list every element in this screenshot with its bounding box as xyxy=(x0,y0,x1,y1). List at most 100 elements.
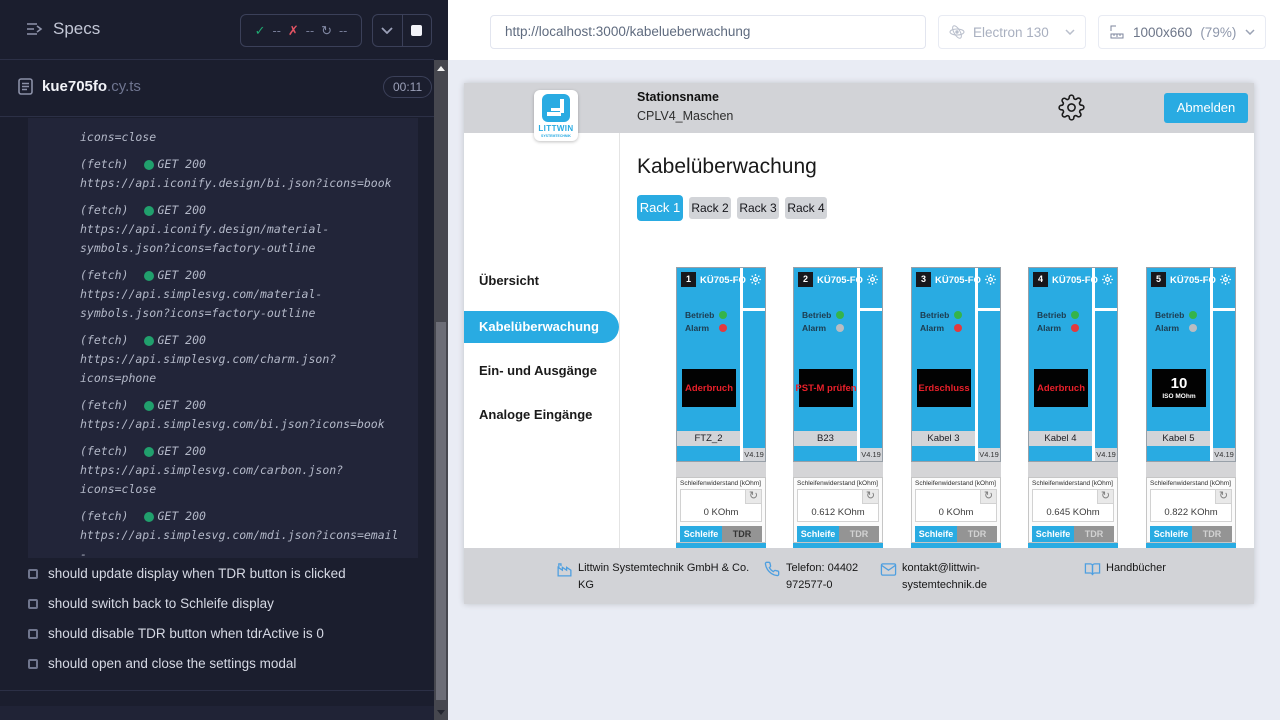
status-dot-icon xyxy=(144,401,154,411)
book-icon xyxy=(1084,561,1101,583)
fetch-label: (fetch) xyxy=(80,507,128,526)
rack-tabs: Rack 1 Rack 2 Rack 3 Rack 4 xyxy=(637,195,827,221)
nav-item-uebersicht[interactable]: Übersicht xyxy=(479,273,539,288)
log-url-line: https://api.simplesvg.com/mdi.json?icons… xyxy=(80,526,402,558)
collapse-button[interactable] xyxy=(373,15,402,46)
test-item[interactable]: should open and close the settings modal xyxy=(28,656,428,671)
tdr-button[interactable]: TDR xyxy=(1074,526,1114,542)
electron-icon xyxy=(949,24,965,40)
test-item[interactable]: should update display when TDR button is… xyxy=(28,566,428,581)
resistance-panel: Schleifenwiderstand [kOhm] ↻ 0.612 KOhm … xyxy=(793,477,883,543)
alarm-label: Alarm xyxy=(802,323,836,333)
refresh-icon[interactable]: ↻ xyxy=(980,490,996,504)
status-dot-icon xyxy=(144,512,154,522)
refresh-icon[interactable]: ↻ xyxy=(745,490,761,504)
log-url-line: symbols.json?icons=factory-outline xyxy=(80,239,402,258)
device-card: 1 KÜ705-FO Betrieb Alarm Aderbruch FTZ_2… xyxy=(676,267,766,548)
status-text: PST-M prüfen xyxy=(795,383,856,394)
device-card-main: 2 KÜ705-FO Betrieb Alarm PST-M prüfen B2… xyxy=(793,267,883,462)
refresh-icon[interactable]: ↻ xyxy=(862,490,878,504)
network-log-entry[interactable]: (fetch)GET 200 https://api.iconify.desig… xyxy=(80,201,402,258)
stop-button[interactable] xyxy=(402,15,432,46)
scrollbar-thumb[interactable] xyxy=(436,322,446,700)
status-display: Erdschluss xyxy=(917,369,971,407)
company-logo: LITTWIN SYSTEMTECHNIK xyxy=(534,90,578,141)
browser-select[interactable]: Electron 130 xyxy=(938,15,1086,49)
test-item[interactable]: should disable TDR button when tdrActive… xyxy=(28,626,428,641)
network-log-entry[interactable]: (fetch)GET 200 https://api.simplesvg.com… xyxy=(80,266,402,323)
nav-item-ein-und-ausgaenge[interactable]: Ein- und Ausgänge xyxy=(479,363,597,378)
card-settings-gear-icon[interactable] xyxy=(745,271,765,287)
card-settings-gear-icon[interactable] xyxy=(1215,271,1235,287)
settings-gear-icon[interactable] xyxy=(1058,94,1086,122)
arrow-up-icon xyxy=(437,66,445,71)
card-settings-gear-icon[interactable] xyxy=(862,271,882,287)
device-card: 4 KÜ705-FO Betrieb Alarm Aderbruch Kabel… xyxy=(1028,267,1118,548)
littwin-logo-icon xyxy=(542,94,570,122)
refresh-icon[interactable]: ↻ xyxy=(1097,490,1113,504)
network-log-entry[interactable]: (fetch)GET 200 https://api.iconify.desig… xyxy=(80,155,402,193)
factory-icon xyxy=(556,561,573,583)
resistance-display: ↻ 0 KOhm xyxy=(680,489,762,522)
logout-button[interactable]: Abmelden xyxy=(1164,93,1248,123)
vertical-scrollbar[interactable] xyxy=(434,60,448,720)
device-card: 3 KÜ705-FO Betrieb Alarm Erdschluss Kabe… xyxy=(911,267,1001,548)
nav-item-kabelueberwachung[interactable]: Kabelüberwachung xyxy=(464,311,619,343)
tab-rack-2[interactable]: Rack 2 xyxy=(689,197,731,219)
refresh-icon[interactable]: ↻ xyxy=(1215,490,1231,504)
alarm-led xyxy=(954,324,962,332)
test-item[interactable]: should switch back to Schleife display xyxy=(28,596,428,611)
tdr-button[interactable]: TDR xyxy=(957,526,997,542)
viewport-scale: (79%) xyxy=(1200,25,1236,40)
tdr-button[interactable]: TDR xyxy=(839,526,879,542)
schleife-button[interactable]: Schleife xyxy=(1032,526,1074,542)
resistance-panel: Schleifenwiderstand [kOhm] ↻ 0 KOhm Schl… xyxy=(911,477,1001,543)
schleife-button[interactable]: Schleife xyxy=(797,526,839,542)
scroll-down-button[interactable] xyxy=(434,704,448,720)
nav-item-analoge-eingaenge[interactable]: Analoge Eingänge xyxy=(479,407,592,422)
betrieb-label: Betrieb xyxy=(1037,310,1071,320)
cable-name: Kabel 3 xyxy=(912,431,975,446)
log-status: GET 200 xyxy=(157,442,205,461)
manuals-link[interactable]: Handbücher xyxy=(1106,560,1166,577)
resistance-panel: Schleifenwiderstand [kOhm] ↻ 0 KOhm Schl… xyxy=(676,477,766,543)
network-log-entry[interactable]: icons=close xyxy=(80,128,402,147)
tdr-button[interactable]: TDR xyxy=(1192,526,1232,542)
tab-rack-3[interactable]: Rack 3 xyxy=(737,197,779,219)
spec-file-row[interactable]: kue705fo.cy.ts 00:11 xyxy=(0,61,434,117)
horizontal-scrollbar[interactable] xyxy=(0,706,434,720)
specs-title[interactable]: Specs xyxy=(26,19,100,39)
schleife-button[interactable]: Schleife xyxy=(680,526,722,542)
fetch-label: (fetch) xyxy=(80,396,128,415)
fetch-label: (fetch) xyxy=(80,266,128,285)
viewport-select[interactable]: 1000x660 (79%) xyxy=(1098,15,1266,49)
alarm-led xyxy=(1071,324,1079,332)
failed-count: -- xyxy=(306,24,314,38)
schleife-button[interactable]: Schleife xyxy=(915,526,957,542)
network-log-entry[interactable]: (fetch)GET 200 https://api.simplesvg.com… xyxy=(80,507,402,558)
schleife-button[interactable]: Schleife xyxy=(1150,526,1192,542)
resistance-value: 0.822 KOhm xyxy=(1151,507,1231,518)
resistance-value: 0 KOhm xyxy=(916,507,996,518)
tdr-button[interactable]: TDR xyxy=(722,526,762,542)
card-settings-gear-icon[interactable] xyxy=(1097,271,1117,287)
betrieb-led xyxy=(719,311,727,319)
divider xyxy=(0,690,434,691)
device-card-main: 5 KÜ705-FO Betrieb Alarm 10 ISO MOhm Kab… xyxy=(1146,267,1236,462)
log-url-line: https://api.simplesvg.com/charm.json? xyxy=(80,350,402,369)
pending-count: -- xyxy=(339,24,347,38)
scroll-up-button[interactable] xyxy=(434,60,448,76)
passed-icon: ✓ xyxy=(255,23,266,39)
betrieb-led xyxy=(836,311,844,319)
url-input[interactable]: http://localhost:3000/kabelueberwachung xyxy=(490,15,926,49)
network-log-entry[interactable]: (fetch)GET 200 https://api.simplesvg.com… xyxy=(80,442,402,499)
card-settings-gear-icon[interactable] xyxy=(980,271,1000,287)
device-number: 1 xyxy=(681,272,696,287)
tab-rack-1[interactable]: Rack 1 xyxy=(637,195,683,221)
app-under-test: Stationsname CPLV4_Maschen Abmelden LITT… xyxy=(464,83,1254,604)
divider xyxy=(978,308,1000,311)
network-log-entry[interactable]: (fetch)GET 200 https://api.simplesvg.com… xyxy=(80,331,402,388)
network-log-entry[interactable]: (fetch)GET 200 https://api.simplesvg.com… xyxy=(80,396,402,434)
tab-rack-4[interactable]: Rack 4 xyxy=(785,197,827,219)
runner-header: Specs ✓-- ✗-- ↻-- xyxy=(0,0,434,60)
